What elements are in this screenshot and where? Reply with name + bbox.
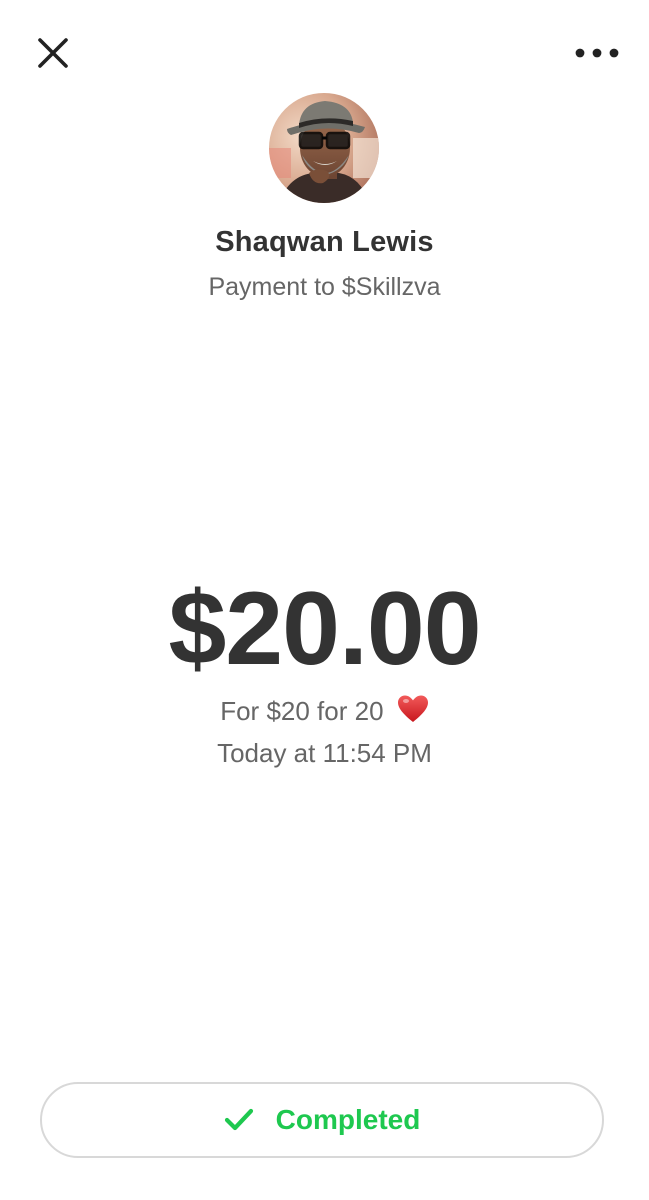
heart-emoji-icon bbox=[397, 694, 429, 731]
payment-amount: $20.00 bbox=[168, 571, 481, 687]
avatar[interactable] bbox=[269, 93, 379, 203]
payment-timestamp: Today at 11:54 PM bbox=[217, 738, 432, 768]
memo-text: For $20 for 20 bbox=[220, 696, 384, 726]
more-dots-icon bbox=[575, 48, 619, 58]
close-icon bbox=[38, 38, 68, 68]
payment-memo: For $20 for 20 bbox=[0, 694, 649, 731]
payment-subtitle: Payment to $Skillzva bbox=[208, 273, 441, 301]
status-completed-button[interactable]: Completed bbox=[40, 1082, 604, 1158]
more-options-button[interactable] bbox=[571, 34, 623, 72]
recipient-name: Shaqwan Lewis bbox=[215, 226, 434, 258]
close-button[interactable] bbox=[30, 30, 76, 76]
status-label: Completed bbox=[275, 1104, 421, 1135]
checkmark-icon bbox=[224, 1108, 254, 1132]
avatar-photo bbox=[269, 93, 379, 203]
